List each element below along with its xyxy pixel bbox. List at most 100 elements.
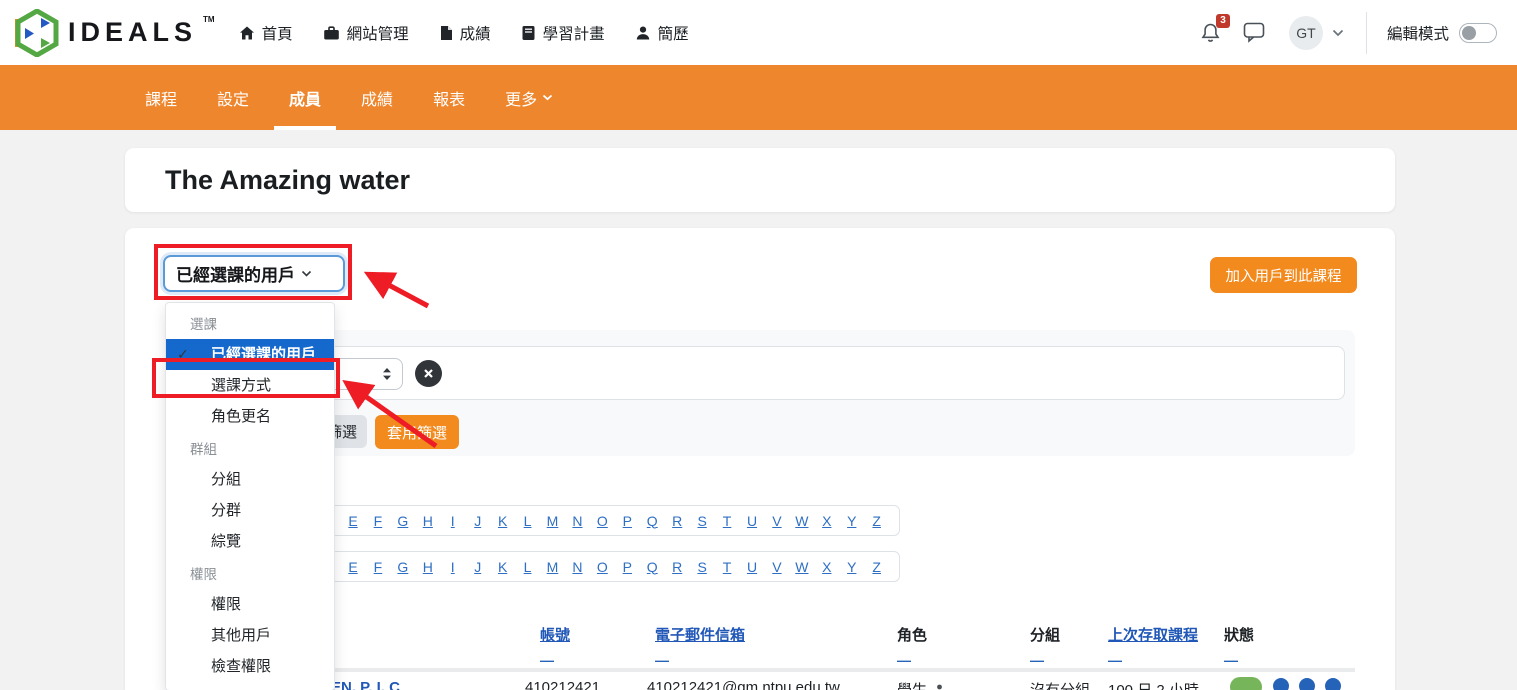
initial-letter-link[interactable]: J [470, 513, 486, 529]
initial-letter-link[interactable]: K [495, 513, 511, 529]
hide-column-control[interactable]: — [1224, 652, 1254, 668]
hide-column-control[interactable]: — [1108, 652, 1198, 668]
participants-view-select[interactable]: 已經選課的用戶 [163, 255, 345, 292]
course-title-card: The Amazing water [125, 148, 1395, 212]
book-icon [521, 25, 536, 41]
initial-letter-link[interactable]: M [545, 513, 561, 529]
initial-letter-link[interactable]: L [520, 513, 536, 529]
tab-grades[interactable]: 成績 [346, 65, 408, 130]
nav-item-grades[interactable]: 成績 [439, 22, 491, 44]
menu-option-groupings[interactable]: 分群 [166, 495, 334, 526]
initial-letter-link[interactable]: I [445, 513, 461, 529]
tab-course[interactable]: 課程 [130, 65, 192, 130]
menu-option-other-users[interactable]: 其他用戶 [166, 620, 334, 651]
initial-letter-link[interactable]: X [819, 559, 835, 575]
user-avatar[interactable]: GT [1289, 16, 1323, 50]
course-navbar: 課程 設定 成員 成績 報表 更多 [0, 65, 1517, 130]
column-header-email: 電子郵件信箱 — [655, 624, 745, 668]
initial-letter-link[interactable]: N [569, 513, 585, 529]
column-header-groups: 分組 — [1030, 624, 1060, 668]
notification-badge: 3 [1216, 14, 1230, 28]
initial-letter-link[interactable]: G [395, 559, 411, 575]
notifications-button[interactable]: 3 [1200, 22, 1221, 44]
tab-settings[interactable]: 設定 [202, 65, 264, 130]
menu-header-enrolments: 選課 [166, 311, 334, 339]
initial-letter-link[interactable]: T [719, 559, 735, 575]
initial-letter-link[interactable]: P [619, 513, 635, 529]
menu-header-groups: 群組 [166, 436, 334, 464]
participant-last-access: 100 日 2 小時 [1108, 679, 1199, 690]
initial-letter-link[interactable]: P [619, 559, 635, 575]
initial-letter-link[interactable]: L [520, 559, 536, 575]
initial-letter-link[interactable]: R [669, 559, 685, 575]
menu-option-enrolled-users[interactable]: ✓ 已經選課的用戶 [166, 339, 334, 370]
initial-letter-link[interactable]: Z [869, 513, 885, 529]
status-info-icon[interactable] [1273, 678, 1289, 690]
initial-letter-link[interactable]: R [669, 513, 685, 529]
initial-letter-link[interactable]: U [744, 559, 760, 575]
initial-letter-link[interactable]: Q [644, 513, 660, 529]
initial-letter-link[interactable]: Q [644, 559, 660, 575]
initial-letter-link[interactable]: V [769, 513, 785, 529]
menu-option-overview[interactable]: 綜覽 [166, 526, 334, 557]
column-header-status: 狀態 — [1224, 624, 1254, 668]
menu-option-enrolment-methods[interactable]: 選課方式 [166, 370, 334, 401]
initial-letter-link[interactable]: T [719, 513, 735, 529]
initial-letter-link[interactable]: Y [844, 513, 860, 529]
delete-enrolment-icon[interactable] [1325, 678, 1341, 690]
remove-filter-button[interactable] [415, 360, 442, 387]
tab-more[interactable]: 更多 [490, 65, 568, 130]
initial-letter-link[interactable]: J [470, 559, 486, 575]
tab-reports[interactable]: 報表 [418, 65, 480, 130]
initial-letter-link[interactable]: O [594, 559, 610, 575]
assign-role-icon[interactable] [934, 684, 945, 690]
initial-letter-link[interactable]: S [694, 559, 710, 575]
ideals-logo-icon [14, 9, 60, 57]
initial-letter-link[interactable]: N [569, 559, 585, 575]
participants-view-menu: 選課 ✓ 已經選課的用戶 選課方式 角色更名 群組 分組 分群 綜覽 權限 權限… [165, 302, 335, 690]
participants-page: IDEALS TM 首頁 網站管理 成績 [0, 0, 1517, 690]
initial-letter-link[interactable]: F [370, 559, 386, 575]
nav-item-site-admin[interactable]: 網站管理 [323, 22, 409, 44]
user-menu-chevron-icon[interactable] [1332, 29, 1344, 37]
edit-enrolment-icon[interactable] [1299, 678, 1315, 690]
menu-option-check-permissions[interactable]: 檢查權限 [166, 651, 334, 682]
initial-letter-link[interactable]: Z [869, 559, 885, 575]
initial-letter-link[interactable]: I [445, 559, 461, 575]
initial-letter-link[interactable]: H [420, 513, 436, 529]
initial-letter-link[interactable]: W [794, 513, 810, 529]
menu-option-role-rename[interactable]: 角色更名 [166, 401, 334, 432]
hide-column-control[interactable]: — [540, 652, 570, 668]
chat-bubble-icon [1243, 22, 1265, 43]
initial-letter-link[interactable]: M [545, 559, 561, 575]
brand-logo[interactable]: IDEALS TM [14, 9, 215, 57]
menu-option-permissions[interactable]: 權限 [166, 589, 334, 620]
initial-letter-link[interactable]: E [345, 513, 361, 529]
initial-letter-link[interactable]: O [594, 513, 610, 529]
nav-item-learning-plan[interactable]: 學習計畫 [521, 22, 605, 44]
initial-letter-link[interactable]: E [345, 559, 361, 575]
initial-letter-link[interactable]: V [769, 559, 785, 575]
initial-letter-link[interactable]: K [495, 559, 511, 575]
initial-letter-link[interactable]: Y [844, 559, 860, 575]
initial-letter-link[interactable]: W [794, 559, 810, 575]
enrol-users-button[interactable]: 加入用戶到此課程 [1210, 257, 1357, 293]
apply-filters-button[interactable]: 套用篩選 [375, 415, 459, 449]
nav-item-home[interactable]: 首頁 [239, 22, 293, 44]
initial-letter-link[interactable]: G [395, 513, 411, 529]
initial-letter-link[interactable]: X [819, 513, 835, 529]
hide-column-control[interactable]: — [1030, 652, 1060, 668]
initial-letter-link[interactable]: F [370, 513, 386, 529]
hide-column-control[interactable]: — [655, 652, 745, 668]
initial-letter-link[interactable]: S [694, 513, 710, 529]
hide-column-control[interactable]: — [897, 652, 927, 668]
messages-button[interactable] [1243, 22, 1265, 43]
nav-item-profile[interactable]: 簡歷 [635, 22, 689, 44]
initial-letter-link[interactable]: U [744, 513, 760, 529]
menu-option-groups[interactable]: 分組 [166, 464, 334, 495]
initial-letter-link[interactable]: H [420, 559, 436, 575]
surname-initials-bar: EFGHIJKLMNOPQRSTUVWXYZ [330, 551, 900, 582]
tab-participants[interactable]: 成員 [274, 65, 336, 130]
edit-mode-toggle[interactable] [1459, 23, 1497, 43]
table-header-divider [165, 668, 1355, 672]
